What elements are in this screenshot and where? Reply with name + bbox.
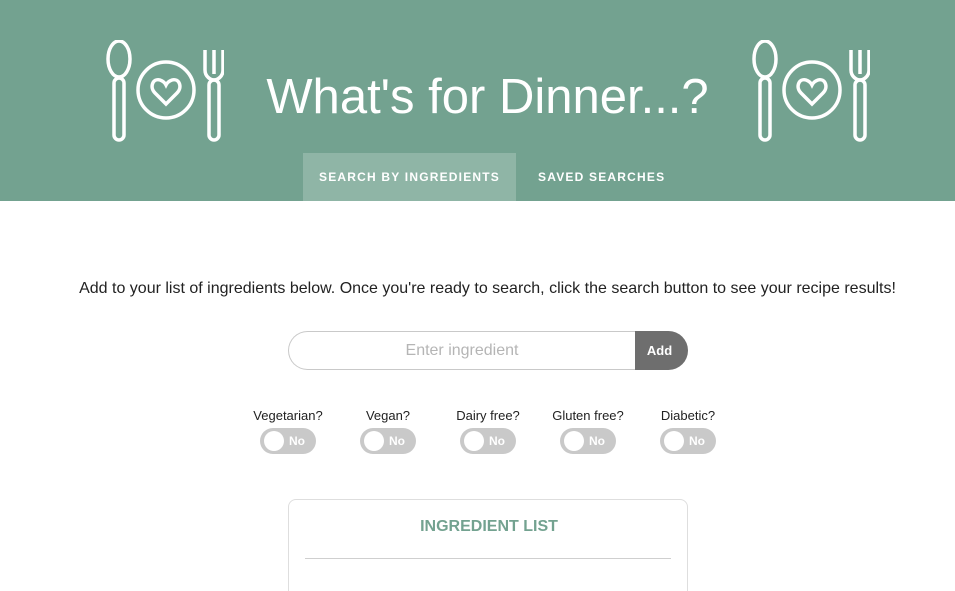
divider xyxy=(305,558,671,559)
tab-saved-searches[interactable]: Saved Searches xyxy=(516,153,687,201)
spoon-icon xyxy=(752,39,778,142)
instructions-text: Add to your list of ingredients below. O… xyxy=(79,280,896,297)
toggle-state: No xyxy=(689,434,705,448)
vegan-toggle[interactable]: No xyxy=(360,428,416,454)
heart-plate-icon xyxy=(782,60,842,120)
ingredient-list-card: INGREDIENT LIST xyxy=(288,499,688,591)
table-setting-icon xyxy=(752,39,871,142)
filter-dairy-free: Dairy free? No xyxy=(443,408,533,454)
diabetic-toggle[interactable]: No xyxy=(660,428,716,454)
toggle-knob xyxy=(464,431,484,451)
dinner-icon-group-right xyxy=(750,39,871,144)
filter-label: Gluten free? xyxy=(552,408,624,423)
filter-label: Dairy free? xyxy=(456,408,520,423)
filter-label: Vegetarian? xyxy=(253,408,323,423)
vegetarian-toggle[interactable]: No xyxy=(260,428,316,454)
toggle-knob xyxy=(264,431,284,451)
toggle-state: No xyxy=(289,434,305,448)
ingredient-list-title: INGREDIENT LIST xyxy=(420,518,558,535)
fork-icon xyxy=(849,50,871,142)
filter-gluten-free: Gluten free? No xyxy=(543,408,633,454)
filter-label: Diabetic? xyxy=(660,408,716,423)
nav-tabs: Search by Ingredients Saved Searches xyxy=(303,153,687,201)
toggle-knob xyxy=(364,431,384,451)
filter-vegetarian: Vegetarian? No xyxy=(243,408,333,454)
ingredient-input[interactable] xyxy=(288,331,635,370)
header-banner: What's for Dinner...? Search by Ingredie… xyxy=(0,0,955,201)
toggle-state: No xyxy=(589,434,605,448)
filter-diabetic: Diabetic? No xyxy=(643,408,733,454)
dairy-free-toggle[interactable]: No xyxy=(460,428,516,454)
toggle-knob xyxy=(664,431,684,451)
add-ingredient-button[interactable]: Add xyxy=(635,331,688,370)
toggle-knob xyxy=(564,431,584,451)
ingredient-search-row: Add xyxy=(288,331,688,370)
filter-vegan: Vegan? No xyxy=(343,408,433,454)
filter-label: Vegan? xyxy=(365,408,411,423)
toggle-state: No xyxy=(489,434,505,448)
toggle-state: No xyxy=(389,434,405,448)
gluten-free-toggle[interactable]: No xyxy=(560,428,616,454)
tab-search-by-ingredients[interactable]: Search by Ingredients xyxy=(303,153,517,201)
